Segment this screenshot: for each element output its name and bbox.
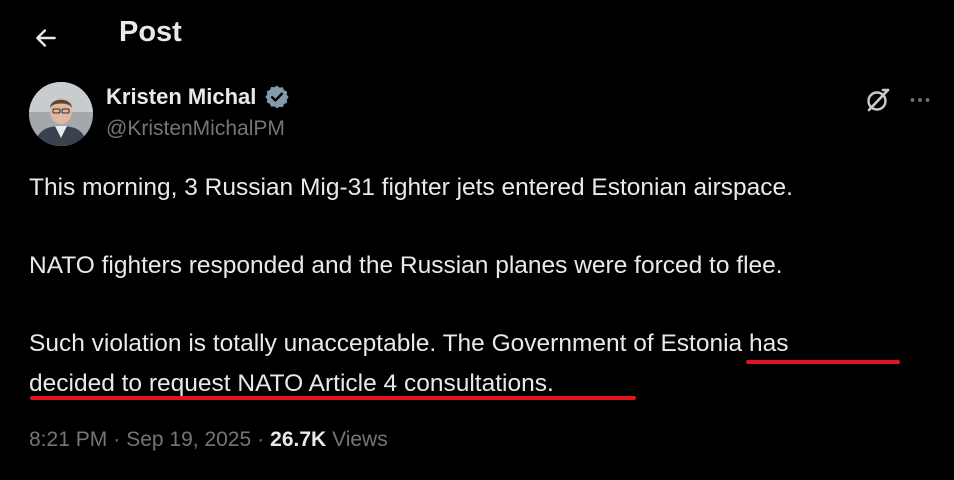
top-bar: Post	[0, 0, 954, 72]
author-handle[interactable]: @KristenMichalPM	[106, 117, 285, 141]
author-name[interactable]: Kristen Michal	[106, 84, 256, 110]
tweet-text: This morning, 3 Russian Mig-31 fighter j…	[29, 168, 929, 404]
grok-icon	[867, 88, 890, 112]
views-count: 26.7K	[270, 428, 327, 451]
post-date[interactable]: Sep 19, 2025	[126, 428, 251, 451]
page-title: Post	[119, 16, 182, 48]
annotation-underline	[30, 396, 636, 400]
verified-badge-icon	[264, 84, 290, 110]
tweet-paragraph: Such violation is totally unacceptable. …	[29, 330, 789, 357]
tweet-paragraph: This morning, 3 Russian Mig-31 fighter j…	[29, 174, 793, 201]
annotation-underline	[746, 360, 900, 364]
grok-button[interactable]	[862, 84, 894, 116]
tweet-paragraph: NATO fighters responded and the Russian …	[29, 252, 783, 279]
arrow-left-icon	[36, 29, 56, 47]
more-horizontal-icon	[910, 98, 930, 102]
back-button[interactable]	[26, 18, 66, 58]
tweet-metadata: 8:21 PM · Sep 19, 2025 · 26.7K Views	[29, 428, 388, 451]
avatar-image	[29, 82, 93, 146]
views-label: Views	[332, 428, 388, 451]
more-options-button[interactable]	[904, 84, 936, 116]
avatar[interactable]	[29, 82, 93, 146]
post-time[interactable]: 8:21 PM	[29, 428, 107, 451]
author-name-row: Kristen Michal	[106, 84, 290, 110]
